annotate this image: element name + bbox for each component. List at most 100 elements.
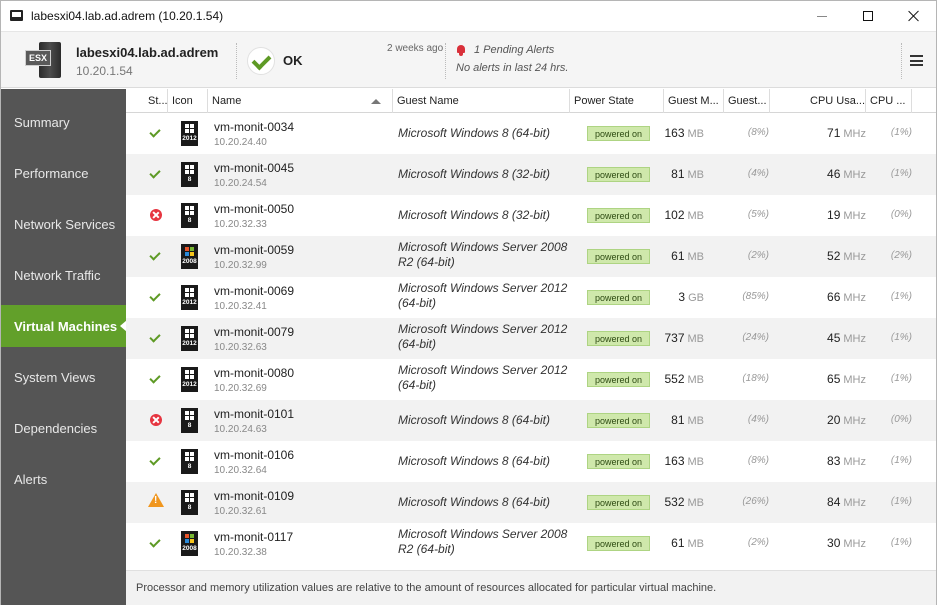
sidebar-item-performance[interactable]: Performance bbox=[1, 152, 126, 194]
table-header: St... Icon Name Guest Name Power State Guest … bbox=[126, 89, 936, 113]
pending-alerts-link[interactable]: 1 Pending Alerts bbox=[474, 44, 554, 56]
table-row[interactable]: 8 vm-monit-0045 10.20.24.54 Microsoft Windo… bbox=[126, 154, 936, 195]
guest-memory-value: 532 MB bbox=[664, 495, 704, 509]
column-header-guest-memory-pct[interactable]: Guest... bbox=[724, 89, 770, 113]
cpu-usage-percent: (1%) bbox=[890, 455, 912, 466]
os-version-label: 2012 bbox=[182, 381, 197, 388]
windows-os-icon: 8 bbox=[181, 449, 198, 474]
cpu-usage-percent: (1%) bbox=[890, 291, 912, 302]
guest-name: Microsoft Windows 8 (64-bit) bbox=[398, 454, 550, 468]
column-header-guest-name[interactable]: Guest Name bbox=[393, 89, 570, 113]
maximize-button[interactable] bbox=[845, 1, 891, 31]
sidebar-item-network-traffic[interactable]: Network Traffic bbox=[1, 254, 126, 296]
guest-name: Microsoft Windows 8 (32-bit) bbox=[398, 208, 550, 222]
vm-ip: 10.20.32.61 bbox=[214, 506, 267, 517]
guest-name: Microsoft Windows 8 (64-bit) bbox=[398, 126, 550, 140]
host-header: ESX labesxi04.lab.ad.adrem 10.20.1.54 OK… bbox=[1, 31, 936, 88]
windows-os-icon: 2008 bbox=[181, 531, 198, 556]
vm-name: vm-monit-0080 bbox=[214, 366, 295, 380]
guest-memory-value: 61 MB bbox=[671, 536, 704, 550]
vm-name: vm-monit-0117 bbox=[214, 530, 294, 544]
status-ok-icon bbox=[149, 331, 161, 343]
os-version-label: 2012 bbox=[182, 135, 197, 142]
memory-unit: MB bbox=[687, 456, 705, 468]
guest-memory-percent: (5%) bbox=[747, 209, 769, 220]
table-row[interactable]: 2012 vm-monit-0034 10.20.24.40 Microsoft Wi… bbox=[126, 113, 936, 154]
column-header-icon[interactable]: Icon bbox=[168, 89, 208, 113]
vm-ip: 10.20.32.38 bbox=[214, 547, 267, 558]
sidebar-item-network-services[interactable]: Network Services bbox=[1, 203, 126, 245]
sidebar-item-summary[interactable]: Summary bbox=[1, 101, 126, 143]
hamburger-menu-icon[interactable] bbox=[910, 55, 923, 66]
column-header-cpu-usage[interactable]: CPU Usa... bbox=[806, 89, 866, 113]
os-version-label: 8 bbox=[187, 422, 192, 429]
memory-unit: MB bbox=[687, 169, 705, 181]
sidebar-item-alerts[interactable]: Alerts bbox=[1, 458, 126, 500]
sidebar-item-virtual-machines[interactable]: Virtual Machines bbox=[1, 305, 127, 347]
vm-name: vm-monit-0059 bbox=[214, 243, 295, 257]
guest-name: Microsoft Windows 8 (64-bit) bbox=[398, 413, 550, 427]
cpu-usage-value: 84 MHz bbox=[827, 495, 866, 509]
table-row[interactable]: 8 vm-monit-0050 10.20.32.33 Microsoft Windo… bbox=[126, 195, 936, 236]
table-row[interactable]: 2012 vm-monit-0079 10.20.32.63 Microsoft Wi… bbox=[126, 318, 936, 359]
status-ok-icon bbox=[149, 290, 161, 302]
status-text: OK bbox=[283, 53, 303, 68]
guest-memory-percent: (2%) bbox=[747, 537, 769, 548]
column-header-cpu-pct[interactable]: CPU ... bbox=[866, 89, 912, 113]
windows-logo bbox=[185, 329, 194, 338]
memory-unit: MB bbox=[687, 374, 705, 386]
vm-name: vm-monit-0106 bbox=[214, 448, 295, 462]
close-button[interactable] bbox=[891, 1, 937, 31]
guest-name: Microsoft Windows Server 2012 (64-bit) bbox=[398, 322, 568, 351]
guest-memory-percent: (85%) bbox=[742, 291, 769, 302]
power-state-badge: powered on bbox=[587, 249, 650, 264]
table-row[interactable]: 8 vm-monit-0106 10.20.32.64 Microsoft Windo… bbox=[126, 441, 936, 482]
table-row[interactable]: 8 vm-monit-0101 10.20.24.63 Microsoft Windo… bbox=[126, 400, 936, 441]
footer-note: Processor and memory utilization values … bbox=[126, 570, 936, 605]
status-age: 2 weeks ago bbox=[387, 43, 444, 54]
power-state-badge: powered on bbox=[587, 126, 650, 141]
cpu-usage-value: 66 MHz bbox=[827, 290, 866, 304]
column-header-power-state[interactable]: Power State bbox=[570, 89, 664, 113]
windows-logo bbox=[185, 370, 194, 379]
memory-unit: MB bbox=[687, 415, 705, 427]
guest-memory-value: 163 MB bbox=[664, 126, 704, 140]
cpu-number: 84 bbox=[827, 495, 841, 509]
title-bar[interactable]: labesxi04.lab.ad.adrem (10.20.1.54) bbox=[1, 1, 936, 31]
sidebar-item-system-views[interactable]: System Views bbox=[1, 356, 126, 398]
status-ok-icon bbox=[149, 167, 161, 179]
guest-memory-percent: (8%) bbox=[747, 455, 769, 466]
windows-logo bbox=[185, 452, 194, 461]
cpu-usage-value: 20 MHz bbox=[827, 413, 866, 427]
table-row[interactable]: 2008 vm-monit-0059 10.20.32.99 Microsoft Wi… bbox=[126, 236, 936, 277]
column-header-guest-memory[interactable]: Guest M... bbox=[664, 89, 724, 113]
cpu-usage-value: 65 MHz bbox=[827, 372, 866, 386]
cpu-usage-percent: (1%) bbox=[890, 168, 912, 179]
minimize-button[interactable] bbox=[799, 1, 845, 31]
os-version-label: 2012 bbox=[182, 299, 197, 306]
cpu-number: 30 bbox=[827, 536, 841, 550]
guest-memory-percent: (8%) bbox=[747, 127, 769, 138]
cpu-usage-percent: (2%) bbox=[890, 250, 912, 261]
bell-icon bbox=[456, 45, 466, 56]
windows-os-icon: 8 bbox=[181, 203, 198, 228]
windows-os-icon: 2012 bbox=[181, 285, 198, 310]
memory-number: 81 bbox=[671, 167, 685, 181]
table-row[interactable]: 2008 vm-monit-0117 10.20.32.38 Microsoft Wi… bbox=[126, 523, 936, 564]
status-ok-icon bbox=[149, 454, 161, 466]
table-row[interactable]: 2012 vm-monit-0069 10.20.32.41 Microsoft Wi… bbox=[126, 277, 936, 318]
os-version-label: 8 bbox=[187, 463, 192, 470]
cpu-number: 20 bbox=[827, 413, 841, 427]
memory-number: 3 bbox=[678, 290, 686, 304]
memory-unit: MB bbox=[687, 251, 705, 263]
alerts-24h-text: No alerts in last 24 hrs. bbox=[456, 62, 569, 74]
sidebar-item-dependencies[interactable]: Dependencies bbox=[1, 407, 126, 449]
memory-number: 532 bbox=[664, 495, 685, 509]
column-header-status[interactable]: St... bbox=[144, 89, 168, 113]
column-header-name[interactable]: Name bbox=[208, 89, 393, 113]
guest-memory-value: 737 MB bbox=[664, 331, 704, 345]
table-row[interactable]: 2012 vm-monit-0080 10.20.32.69 Microsoft Wi… bbox=[126, 359, 936, 400]
table-row[interactable]: 8 vm-monit-0109 10.20.32.61 Microsoft Windo… bbox=[126, 482, 936, 523]
power-state-badge: powered on bbox=[587, 208, 650, 223]
vm-table: St... Icon Name Guest Name Power State Guest … bbox=[126, 89, 936, 570]
